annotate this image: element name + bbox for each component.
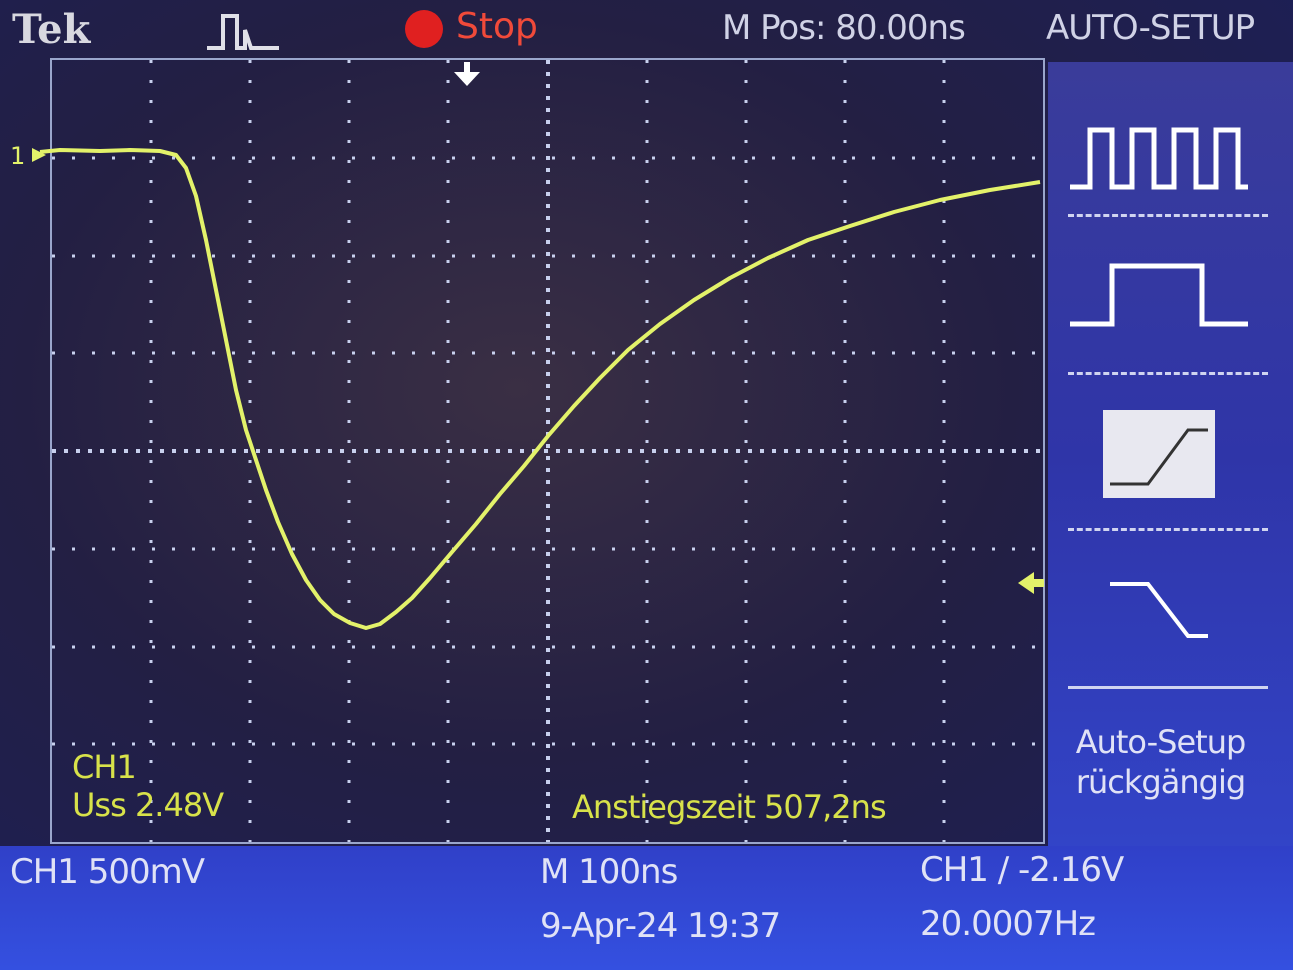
multi-cycle-square-wave-icon: [1070, 127, 1248, 190]
menu-item-multi-cycle[interactable]: [1048, 82, 1293, 212]
undo-label-line1: Auto-Setup: [1075, 723, 1247, 761]
date-time: 9-Apr-24 19:37: [540, 906, 781, 946]
menu-divider: [1068, 528, 1268, 531]
menu-item-rising-edge[interactable]: [1048, 402, 1293, 532]
oscilloscope-screen: Tek Stop M Pos: 80.00ns AUTO-SETUP 1 CH1…: [0, 0, 1293, 970]
rise-time-value: Anstiegszeit 507,2ns: [572, 788, 887, 826]
undo-autosetup-button[interactable]: Auto-Setup rückgängig: [1048, 722, 1273, 802]
single-cycle-pulse-icon: [1070, 263, 1248, 327]
timebase: M 100ns: [540, 852, 678, 892]
trigger-setting: CH1 ∕ -2.16V: [920, 850, 1124, 890]
side-menu: Auto-Setup rückgängig: [1048, 62, 1293, 852]
menu-divider: [1068, 372, 1268, 375]
menu-divider: [1068, 686, 1268, 689]
falling-edge-icon: [1110, 582, 1208, 638]
peak-to-peak-value: Uss 2.48V: [72, 786, 224, 824]
menu-item-single-cycle[interactable]: [1048, 242, 1293, 372]
undo-label-line2: rückgängig: [1075, 763, 1246, 801]
measurement-channel: CH1: [72, 748, 137, 786]
rising-edge-icon: [1103, 410, 1215, 498]
menu-divider: [1068, 214, 1268, 217]
ch1-scale: CH1 500mV: [10, 852, 205, 892]
bottom-status-bar: CH1 500mV M 100ns CH1 ∕ -2.16V 9-Apr-24 …: [0, 846, 1293, 970]
measurement-panel: CH1 Uss 2.48V: [72, 748, 224, 824]
trigger-frequency: 20.0007Hz: [920, 904, 1096, 944]
menu-item-falling-edge[interactable]: [1048, 562, 1293, 692]
